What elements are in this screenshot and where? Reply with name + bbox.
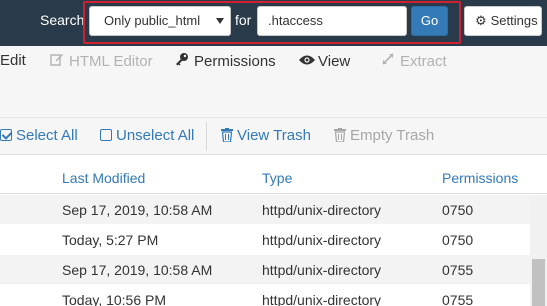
permissions-label: Permissions xyxy=(194,53,276,70)
trash-icon xyxy=(334,128,346,143)
html-editor-button[interactable]: HTML Editor xyxy=(50,52,153,71)
extract-button[interactable]: Extract xyxy=(381,52,447,71)
table-row[interactable]: Today, 10:56 PM httpd/unix-directory 075… xyxy=(0,285,530,306)
column-header-permissions[interactable]: Permissions xyxy=(442,170,518,186)
cell-permissions: 0755 xyxy=(442,262,474,278)
chevron-down-icon xyxy=(216,18,224,24)
cell-type: httpd/unix-directory xyxy=(262,262,382,278)
cell-permissions: 0750 xyxy=(442,202,474,218)
unselect-all-button[interactable]: Unselect All xyxy=(100,128,194,144)
cell-type: httpd/unix-directory xyxy=(262,202,382,218)
table-row[interactable]: Sep 17, 2019, 10:58 AM httpd/unix-direct… xyxy=(0,195,530,225)
cell-type: httpd/unix-directory xyxy=(262,232,382,248)
search-scope-select[interactable]: Only public_html xyxy=(89,6,231,36)
cell-last-modified: Sep 17, 2019, 10:58 AM xyxy=(62,262,213,278)
view-button[interactable]: View xyxy=(299,52,350,71)
select-all-button[interactable]: Select All xyxy=(0,128,78,144)
empty-trash-button[interactable]: Empty Trash xyxy=(334,128,434,144)
view-label: View xyxy=(318,53,351,70)
extract-label: Extract xyxy=(400,53,447,70)
search-scope-value: Only public_html xyxy=(104,13,201,28)
view-trash-label: View Trash xyxy=(237,127,311,144)
toolbar-divider xyxy=(206,122,207,151)
checkbox-empty-icon xyxy=(100,129,112,141)
scrollbar-thumb[interactable] xyxy=(532,259,545,306)
table-header: Last Modified Type Permissions xyxy=(0,154,547,194)
select-all-label: Select All xyxy=(16,127,78,144)
settings-button[interactable]: ⚙ Settings xyxy=(464,6,542,36)
html-editor-label: HTML Editor xyxy=(69,53,153,70)
key-icon xyxy=(175,52,189,70)
search-input[interactable]: .htaccess xyxy=(257,6,407,36)
cell-permissions: 0750 xyxy=(442,232,474,248)
settings-label: Settings xyxy=(490,13,538,28)
expand-icon xyxy=(381,52,395,70)
column-header-last-modified[interactable]: Last Modified xyxy=(62,170,145,186)
edit-label: Edit xyxy=(0,52,26,69)
checkbox-checked-icon xyxy=(0,129,12,141)
pencil-icon xyxy=(50,52,64,70)
permissions-button[interactable]: Permissions xyxy=(175,52,276,71)
table-row[interactable]: Sep 17, 2019, 10:58 AM httpd/unix-direct… xyxy=(0,255,530,285)
trash-icon xyxy=(221,128,233,143)
unselect-all-label: Unselect All xyxy=(116,127,195,144)
edit-button[interactable]: Edit xyxy=(0,52,26,70)
go-button[interactable]: Go xyxy=(411,6,448,36)
cell-last-modified: Today, 10:56 PM xyxy=(62,292,167,306)
view-trash-button[interactable]: View Trash xyxy=(221,128,311,144)
cell-last-modified: Today, 5:27 PM xyxy=(62,232,159,248)
gear-icon: ⚙ xyxy=(475,13,487,28)
cell-last-modified: Sep 17, 2019, 10:58 AM xyxy=(62,202,213,218)
search-bar: Search Only public_html for .htaccess Go… xyxy=(0,0,547,46)
empty-trash-label: Empty Trash xyxy=(350,127,435,144)
table-row[interactable]: Today, 5:27 PM httpd/unix-directory 0750 xyxy=(0,225,530,255)
column-header-type[interactable]: Type xyxy=(262,170,292,186)
selection-toolbar: Select All Unselect All View Trash Empty… xyxy=(0,117,547,154)
eye-icon xyxy=(299,52,315,70)
cell-permissions: 0755 xyxy=(442,292,474,306)
search-input-value: .htaccess xyxy=(268,13,323,28)
for-label: for xyxy=(235,12,252,28)
search-label: Search xyxy=(40,12,85,28)
cell-type: httpd/unix-directory xyxy=(262,292,382,306)
vertical-scrollbar[interactable] xyxy=(530,195,547,306)
